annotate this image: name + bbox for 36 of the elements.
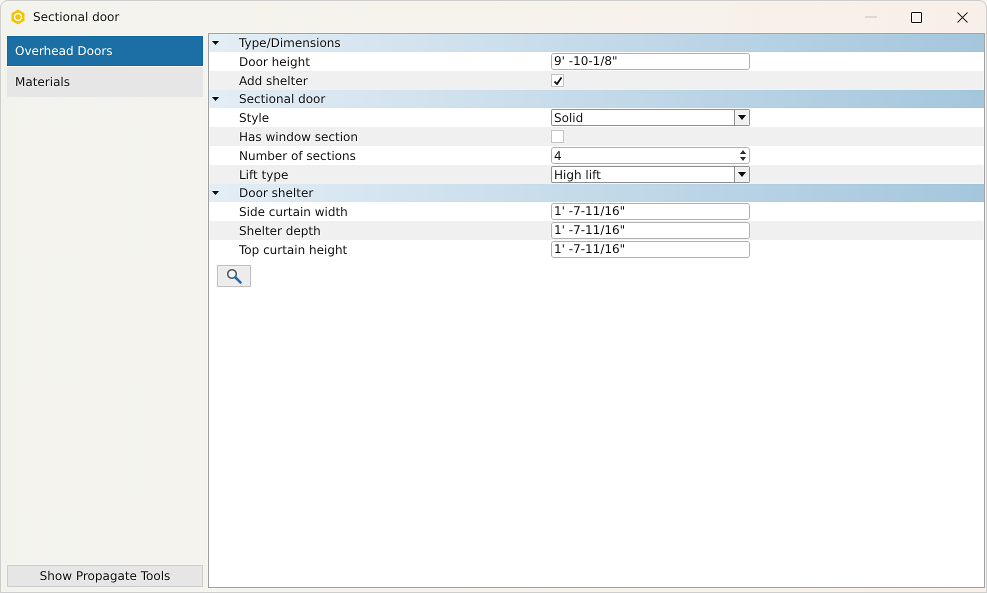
section-header: Sectional door — [239, 91, 326, 108]
search-icon — [226, 268, 242, 284]
property-label: Shelter depth — [239, 222, 322, 240]
caret-icon[interactable] — [212, 189, 220, 197]
property-label: Has window section — [239, 128, 360, 146]
search-button[interactable] — [217, 265, 251, 287]
input-field[interactable]: 1' -7-11/16" — [551, 222, 750, 239]
property-label: Add shelter — [239, 72, 309, 90]
propagate-button[interactable]: Show Propagate Tools — [7, 565, 203, 587]
dropdown[interactable]: Solid — [551, 109, 750, 126]
window-title: Sectional door — [33, 9, 120, 26]
dropdown[interactable]: High lift — [551, 166, 750, 183]
property-label: Style — [239, 110, 270, 126]
caret-icon[interactable] — [212, 95, 220, 103]
checkbox[interactable] — [551, 74, 564, 87]
section-header: Door shelter — [239, 185, 314, 202]
section-header: Type/Dimensions — [239, 35, 341, 52]
spinner-arrows-icon — [740, 150, 746, 161]
checkbox[interactable] — [551, 130, 564, 143]
close-icon[interactable] — [957, 12, 968, 22]
property-label: Door height — [239, 54, 311, 70]
caret-icon — [738, 115, 746, 120]
property-label: Side curtain width — [239, 204, 349, 220]
app-icon — [10, 9, 26, 25]
sidebar-item[interactable]: Materials — [7, 67, 203, 97]
sidebar-item[interactable]: Overhead Doors — [7, 36, 203, 66]
property-label: Lift type — [239, 166, 290, 184]
number-spinner[interactable]: 4 — [551, 147, 750, 164]
caret-icon — [738, 172, 746, 177]
input-field[interactable]: 1' -7-11/16" — [551, 203, 750, 220]
input-field[interactable]: 9' -10-1/8" — [551, 53, 750, 70]
caret-icon[interactable] — [212, 39, 220, 47]
maximize-icon[interactable] — [911, 12, 922, 22]
property-label: Number of sections — [239, 148, 357, 164]
input-field[interactable]: 1' -7-11/16" — [551, 241, 750, 258]
property-label: Top curtain height — [239, 242, 348, 258]
